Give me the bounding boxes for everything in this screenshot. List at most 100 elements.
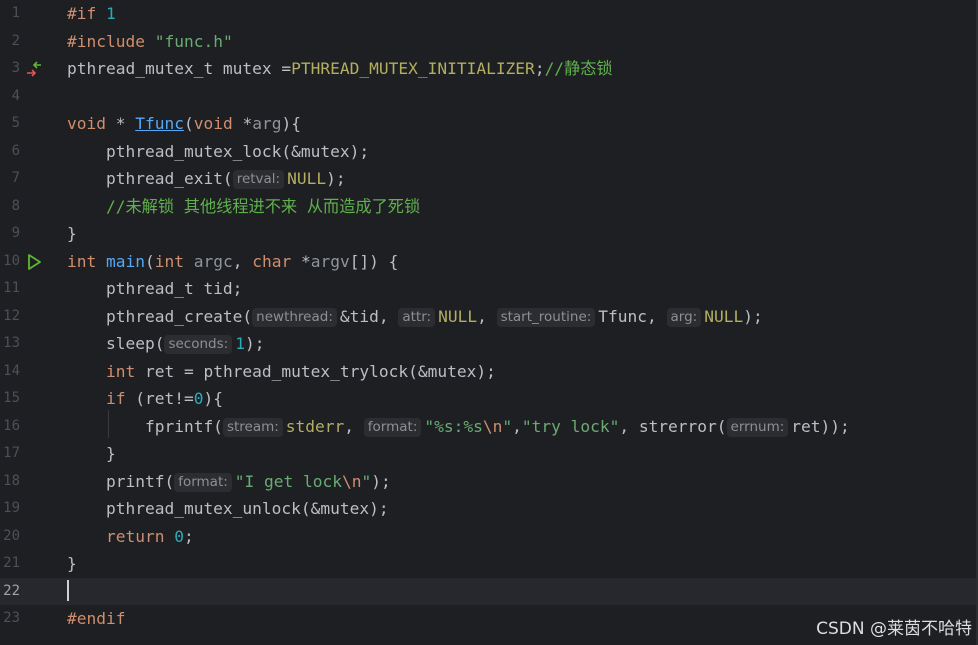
code-line[interactable]: 19 pthread_mutex_unlock(&mutex);	[0, 495, 978, 523]
code-token: (	[144, 251, 155, 271]
code-text: return 0;	[67, 526, 194, 547]
code-line[interactable]: 18 printf(format: "I get lock\n");	[0, 467, 978, 495]
gutter[interactable]: 9	[0, 220, 64, 248]
gutter[interactable]: 17	[0, 440, 64, 468]
code-text: if (ret!=0){	[67, 388, 223, 409]
code-token: void	[193, 114, 233, 133]
gutter[interactable]: 3	[0, 55, 64, 83]
code-line[interactable]: 14 int ret = pthread_mutex_trylock(&mute…	[0, 357, 978, 385]
code-text: int ret = pthread_mutex_trylock(&mutex);	[67, 361, 496, 382]
override-arrows-icon[interactable]	[25, 60, 43, 78]
code-line[interactable]: 13 sleep(seconds: 1);	[0, 330, 978, 358]
gutter[interactable]: 4	[0, 82, 64, 110]
code-token: }	[67, 444, 116, 463]
gutter[interactable]: 11	[0, 275, 64, 303]
gutter[interactable]: 19	[0, 495, 64, 523]
code-line[interactable]: 9}	[0, 220, 978, 248]
code-token: );	[326, 169, 346, 188]
parameter-hint: newthread:	[252, 307, 337, 327]
code-editor[interactable]: 1 #if 1 2 #include "func.h" 3 pthread_mutex_t…	[0, 0, 978, 645]
gutter[interactable]: 1	[0, 0, 64, 28]
code-token: ,	[232, 251, 253, 271]
code-line[interactable]: 5 void * Tfunc(void *arg){	[0, 110, 978, 138]
code-token: pthread_mutex_unlock(&mutex);	[67, 499, 389, 518]
gutter[interactable]: 23	[0, 605, 64, 633]
line-number: 2	[11, 32, 20, 49]
code-token: );	[371, 471, 391, 491]
code-line[interactable]: 2 #include "func.h"	[0, 27, 978, 55]
gutter[interactable]: 13	[0, 330, 64, 358]
code-token: pthread_mutex_t mutex =	[67, 59, 292, 78]
code-token: (	[183, 114, 194, 133]
parameter-hint: attr:	[398, 307, 436, 327]
code-line[interactable]: 21}	[0, 550, 978, 578]
line-number: 7	[11, 170, 20, 186]
gutter[interactable]: 10	[0, 247, 64, 275]
code-text: pthread_create(newthread: &tid, attr: NULL…	[67, 306, 763, 327]
gutter[interactable]: 18	[0, 467, 64, 495]
code-token: argc	[193, 251, 233, 271]
run-icon[interactable]	[25, 253, 43, 271]
code-line[interactable]: 8 //未解锁 其他线程进不来 从而造成了死锁	[0, 192, 978, 220]
code-token: int	[67, 251, 97, 271]
gutter[interactable]: 6	[0, 137, 64, 165]
code-token: \n	[342, 471, 362, 491]
line-number: 14	[3, 362, 20, 379]
code-token: );	[743, 306, 763, 326]
code-line[interactable]: 20 return 0;	[0, 522, 978, 550]
code-token: );	[244, 334, 265, 353]
gutter[interactable]: 8	[0, 192, 64, 220]
code-line[interactable]: 22	[0, 577, 978, 605]
gutter[interactable]: 2	[0, 27, 64, 55]
line-number: 8	[11, 197, 20, 214]
line-number: 20	[3, 527, 20, 544]
code-token: "I get lock	[234, 471, 342, 491]
code-line[interactable]: 1 #if 1	[0, 0, 978, 28]
code-line[interactable]: 7 pthread_exit(retval: NULL);	[0, 165, 978, 193]
line-number: 16	[3, 417, 20, 434]
code-token: pthread_exit(	[67, 169, 233, 188]
indent-guide	[108, 410, 109, 438]
code-text: pthread_exit(retval: NULL);	[67, 168, 346, 189]
gutter[interactable]: 20	[0, 522, 64, 550]
code-token: NULL	[438, 306, 478, 326]
gutter[interactable]: 22	[0, 577, 64, 605]
code-text: //未解锁 其他线程进不来 从而造成了死锁	[67, 196, 420, 217]
gutter[interactable]: 15	[0, 385, 64, 413]
code-token: //静态锁	[544, 59, 613, 78]
gutter[interactable]: 7	[0, 165, 64, 193]
line-number: 15	[3, 390, 20, 406]
code-line[interactable]: 16 fprintf(stream: stderr, format: "%s:%s\…	[0, 412, 978, 440]
code-token: *	[232, 114, 253, 133]
gutter[interactable]: 16	[0, 412, 64, 440]
line-number: 18	[3, 472, 20, 489]
code-token: \n	[482, 416, 503, 436]
watermark: CSDN @莱茵不哈特	[816, 619, 972, 639]
code-line[interactable]: 11 pthread_t tid;	[0, 275, 978, 303]
code-line[interactable]: 3 pthread_mutex_t mutex =PTHREAD_MUTEX_IN…	[0, 55, 978, 83]
code-token: "	[361, 471, 372, 491]
code-line[interactable]: 17 }	[0, 440, 978, 468]
code-text: pthread_mutex_t mutex =PTHREAD_MUTEX_INI…	[67, 58, 613, 79]
code-token: ,	[512, 416, 522, 436]
code-token: "	[502, 416, 513, 436]
code-line[interactable]: 15 if (ret!=0){	[0, 385, 978, 413]
code-line[interactable]: 10 int main(int argc, char *argv[]) {	[0, 247, 978, 275]
code-token: #endif	[67, 609, 126, 628]
code-line[interactable]: 12 pthread_create(newthread: &tid, attr: N…	[0, 302, 978, 330]
gutter[interactable]: 21	[0, 550, 64, 578]
code-token: *	[105, 114, 136, 133]
gutter[interactable]: 14	[0, 357, 64, 385]
code-token: #include	[67, 31, 155, 51]
code-line[interactable]: 4	[0, 82, 978, 110]
code-token: ret = pthread_mutex_trylock(&mutex);	[135, 361, 496, 381]
gutter[interactable]: 5	[0, 110, 64, 138]
code-token: fprintf(	[67, 416, 223, 436]
code-line[interactable]: 6 pthread_mutex_lock(&mutex);	[0, 137, 978, 165]
gutter[interactable]: 12	[0, 302, 64, 330]
code-token: 1	[235, 334, 245, 353]
code-token: #if	[67, 4, 106, 23]
